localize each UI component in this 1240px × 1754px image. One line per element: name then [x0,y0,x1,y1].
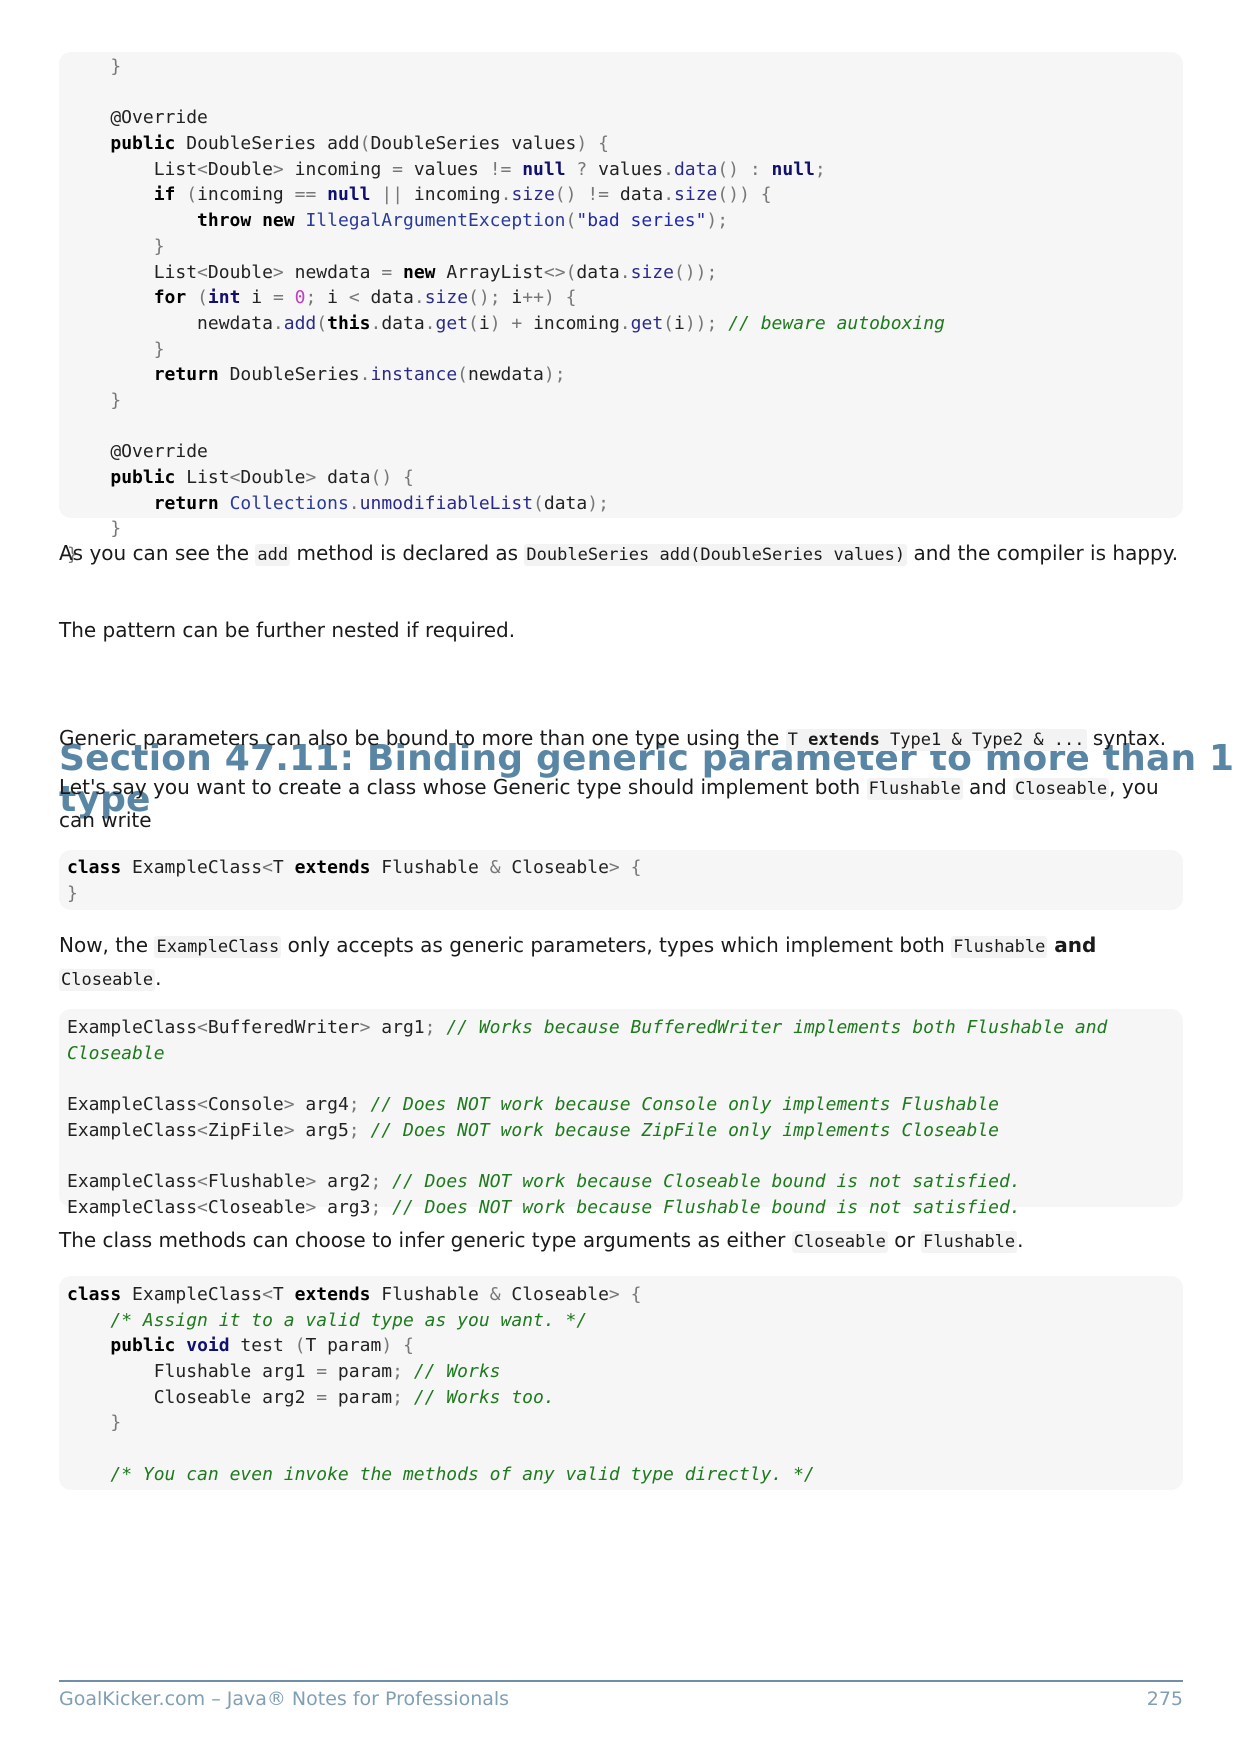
inline-code-bound-syntax: T extends Type1 & Type2 & ... [785,729,1087,751]
code-line: for (int i = 0; i < data.size(); i++) { [153,287,577,309]
code-line: List<Double> incoming = values != null ?… [67,158,826,180]
inline-code-flushable-3: Flushable [921,1231,1018,1253]
code-line: ExampleClass<Closeable> arg3; // Does NO… [67,1196,1021,1218]
inline-code-add-signature: DoubleSeries add(DoubleSeries values) [524,544,908,566]
paragraph-add-method: As you can see the add method is declare… [59,541,1179,566]
code-block-class-declaration: class ExampleClass<T extends Flushable &… [59,850,1183,910]
code-line: @Override [67,441,208,463]
code-line: ​ [67,1066,1183,1092]
code-line: ​ [67,414,1183,440]
footer-source: GoalKicker.com – Java® Notes for Profess… [59,1688,510,1710]
code-line: @Override [67,107,208,129]
code-line: } [67,882,78,904]
paragraph-infer: The class methods can choose to infer ge… [59,1228,1024,1253]
code-line: ExampleClass<ZipFile> arg5; // Does NOT … [67,1119,1000,1141]
code-block-add-method: } ​ @Override public DoubleSeries add(Dou… [59,52,1183,565]
inline-code-exampleclass: ExampleClass [154,936,282,958]
code-block-usage-examples: ExampleClass<BufferedWriter> arg1; // Wo… [59,1009,1183,1218]
code-line: } [153,235,165,257]
code-line: ExampleClass<Flushable> arg2; // Does NO… [67,1171,1021,1193]
footer-divider [59,1680,1183,1682]
code-line: Closeable arg2 = param; // Works too. [67,1386,555,1408]
code-line: ExampleClass<Console> arg4; // Does NOT … [67,1094,1000,1116]
code-line: } [110,56,122,77]
inline-code-flushable-2: Flushable [951,936,1048,958]
code-line: Flushable arg1 = param; // Works [67,1361,501,1383]
code-line: /* You can even invoke the methods of an… [110,1463,815,1485]
code-line: } [153,338,165,360]
code-line: public void test (T param) { [110,1335,414,1357]
paragraph-create-class: Let's say you want to create a class who… [59,775,1159,832]
inline-code-closeable: Closeable [1013,778,1110,800]
code-line: ​ [67,80,1183,106]
code-line: newdata.add(this.data.get(i) + incoming.… [67,312,945,334]
code-line: public List<Double> data() { [110,467,414,488]
code-line: if (incoming == null || incoming.size() … [153,184,772,206]
inline-code-closeable-2: Closeable [59,969,156,991]
paragraph-now: Now, the ExampleClass only accepts as ge… [59,933,1097,991]
inline-code-closeable-3: Closeable [791,1231,888,1253]
code-line: throw new IllegalArgumentException("bad … [197,210,729,232]
inline-code-add: add [255,544,291,566]
inline-code-flushable: Flushable [866,778,963,800]
code-line: class ExampleClass<T extends Flushable &… [67,857,642,878]
paragraph-bound: Generic parameters can also be bound to … [59,726,1167,751]
code-line: ​ [67,1143,1183,1169]
code-line: ​ [67,1436,1183,1462]
code-line: } [110,389,122,411]
code-line: Closeable [67,1042,165,1064]
code-line: List<Double> newdata = new ArrayList<>(d… [67,261,718,283]
code-block-test-method: class ExampleClass<T extends Flushable &… [59,1276,1183,1490]
code-line: } [110,1412,122,1434]
code-line: ExampleClass<BufferedWriter> arg1; // Wo… [67,1017,1108,1038]
paragraph-nested: The pattern can be further nested if req… [59,618,516,642]
code-line: return DoubleSeries.instance(newdata); [153,364,566,386]
code-line: return Collections.unmodifiableList(data… [153,492,609,514]
code-line: public DoubleSeries add(DoubleSeries val… [110,133,609,155]
code-line: class ExampleClass<T extends Flushable &… [67,1284,642,1305]
page-number: 275 [1146,1688,1183,1710]
code-line: /* Assign it to a valid type as you want… [110,1309,588,1331]
